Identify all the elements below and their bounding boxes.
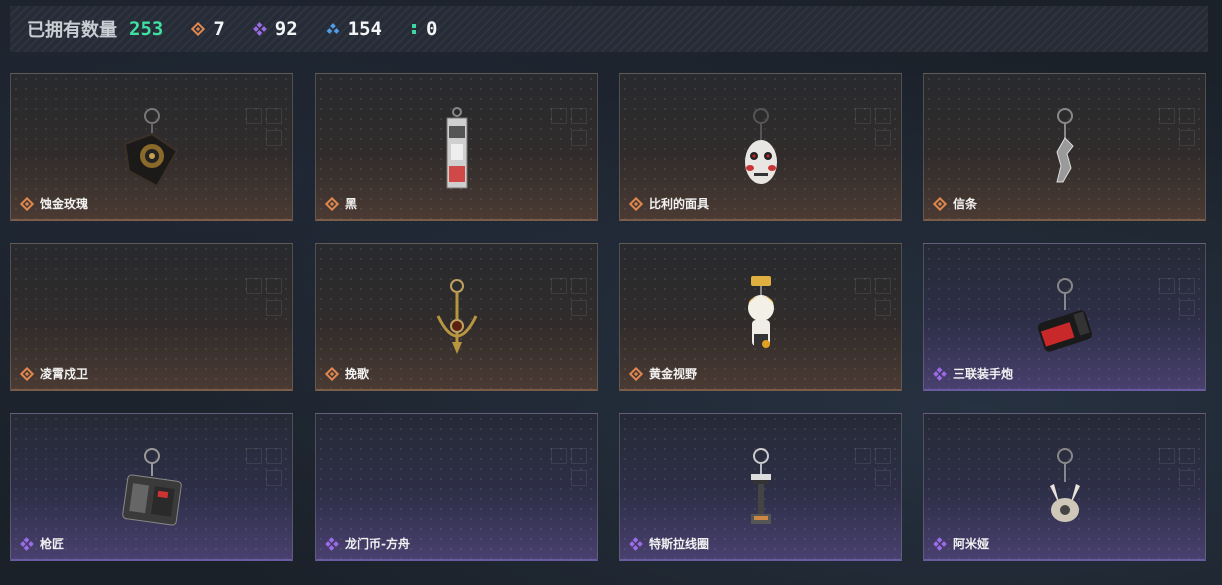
item-label: 比利的面具 — [629, 195, 709, 212]
item-label: 凌霄戍卫 — [20, 365, 88, 382]
card-decoration — [551, 108, 587, 168]
item-label: 特斯拉线圈 — [629, 535, 709, 552]
orange-rarity-icon — [629, 366, 643, 381]
item-label: 信条 — [933, 195, 977, 212]
item-name: 信条 — [953, 197, 978, 211]
purple-rarity-icon — [933, 366, 947, 381]
item-card[interactable]: 挽歌 — [315, 243, 598, 391]
item-name: 三联装手炮 — [953, 367, 1014, 381]
stat-green: 0 — [410, 18, 437, 40]
item-name: 比利的面具 — [649, 197, 710, 211]
item-label: 挽歌 — [325, 365, 369, 382]
item-name: 枪匠 — [40, 537, 65, 551]
stat-orange-value: 7 — [213, 18, 225, 40]
item-label: 蚀金玫瑰 — [20, 195, 88, 212]
item-name: 挽歌 — [345, 367, 370, 381]
card-decoration — [246, 108, 282, 168]
card-decoration — [1159, 278, 1195, 338]
item-label: 龙门币-方舟 — [325, 535, 410, 552]
purple-diamond-icon — [252, 22, 267, 36]
item-label: 三联装手炮 — [933, 365, 1013, 382]
card-decoration — [1159, 108, 1195, 168]
item-card[interactable]: 凌霄戍卫 — [10, 243, 293, 391]
stat-blue: 154 — [326, 18, 382, 40]
orange-rarity-icon — [325, 366, 339, 381]
card-decoration — [246, 448, 282, 508]
blue-triangle-icon — [326, 23, 340, 34]
stat-blue-value: 154 — [347, 18, 382, 40]
item-card[interactable]: 枪匠 — [10, 413, 293, 561]
card-decoration — [855, 448, 891, 508]
orange-rarity-icon — [20, 366, 34, 381]
owned-label: 已拥有数量 — [27, 20, 117, 41]
orange-rarity-icon — [629, 196, 643, 211]
card-decoration — [855, 108, 891, 168]
creed-keychain-icon — [1055, 108, 1074, 183]
item-label: 黑 — [325, 195, 357, 212]
card-decoration — [551, 278, 587, 338]
item-card[interactable]: 阿米娅 — [923, 413, 1206, 561]
card-decoration — [551, 448, 587, 508]
purple-rarity-icon — [933, 536, 947, 551]
item-name: 凌霄戍卫 — [40, 367, 89, 381]
orange-diamond-icon — [191, 22, 206, 36]
black-card-keychain-icon — [446, 107, 467, 189]
owned-count: 253 — [129, 18, 164, 40]
purple-rarity-icon — [325, 536, 339, 551]
purple-rarity-icon — [20, 536, 34, 551]
item-name: 龙门币-方舟 — [345, 537, 410, 551]
stat-green-value: 0 — [426, 18, 438, 40]
elegy-anchor-keychain-icon — [436, 279, 477, 354]
item-card[interactable]: 黄金视野 — [619, 243, 902, 391]
purple-rarity-icon — [629, 536, 643, 551]
billy-mask-keychain-icon — [744, 108, 777, 184]
item-card[interactable]: 信条 — [923, 73, 1206, 221]
green-dots-icon — [412, 24, 416, 34]
item-name: 蚀金玫瑰 — [40, 197, 89, 211]
item-card[interactable]: 龙门币-方舟 — [315, 413, 598, 561]
rose-keychain-icon — [123, 108, 178, 188]
tesla-coil-keychain-icon — [750, 448, 771, 524]
orange-rarity-icon — [20, 196, 34, 211]
item-card[interactable]: 比利的面具 — [619, 73, 902, 221]
amiya-keychain-icon — [1049, 448, 1080, 522]
item-name: 阿米娅 — [953, 537, 990, 551]
item-card[interactable]: 特斯拉线圈 — [619, 413, 902, 561]
card-decoration — [246, 278, 282, 338]
stat-purple-value: 92 — [274, 18, 298, 40]
item-label: 枪匠 — [20, 535, 64, 552]
item-card[interactable]: 黑 — [315, 73, 598, 221]
card-decoration — [855, 278, 891, 338]
golden-vision-figure-icon — [747, 276, 774, 348]
orange-rarity-icon — [933, 196, 947, 211]
stat-purple: 92 — [252, 18, 298, 40]
item-name: 特斯拉线圈 — [649, 537, 710, 551]
inventory-summary-bar: 已拥有数量 253 7 92 154 0 — [10, 6, 1208, 52]
orange-rarity-icon — [325, 196, 339, 211]
item-name: 黄金视野 — [649, 367, 698, 381]
item-card[interactable]: 三联装手炮 — [923, 243, 1206, 391]
item-label: 黄金视野 — [629, 365, 697, 382]
stat-orange: 7 — [191, 18, 225, 40]
triple-hand-cannon-keychain-icon — [1037, 278, 1092, 352]
card-decoration — [1159, 448, 1195, 508]
item-card[interactable]: 蚀金玫瑰 — [10, 73, 293, 221]
item-name: 黑 — [345, 197, 358, 211]
gunsmith-keychain-icon — [121, 448, 182, 526]
item-label: 阿米娅 — [933, 535, 989, 552]
